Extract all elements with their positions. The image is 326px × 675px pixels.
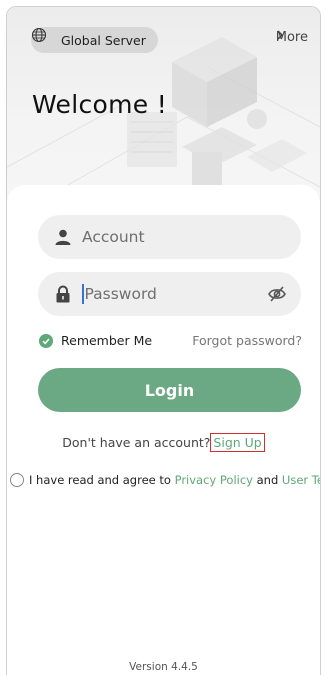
privacy-policy-link[interactable]: Privacy Policy bbox=[175, 473, 253, 487]
user-icon bbox=[54, 228, 72, 246]
agreement-prefix: I have read and agree to bbox=[29, 473, 171, 487]
login-button[interactable]: Login bbox=[38, 368, 301, 412]
check-icon[interactable] bbox=[39, 333, 53, 348]
user-terms-link[interactable]: User Terms bbox=[282, 473, 320, 487]
account-field[interactable] bbox=[38, 215, 301, 259]
forgot-password-link[interactable]: Forgot password? bbox=[192, 333, 302, 348]
hero-banner: Global Server More Welcome ! bbox=[7, 7, 320, 207]
signup-prompt: Don't have an account? bbox=[62, 435, 211, 450]
agreement-row: I have read and agree to Privacy Policy … bbox=[10, 473, 320, 487]
remember-me-toggle[interactable]: Remember Me bbox=[39, 333, 152, 348]
server-label: Global Server bbox=[61, 32, 146, 48]
password-field[interactable] bbox=[38, 272, 301, 316]
version-label: Version 4.4.5 bbox=[129, 661, 198, 673]
agreement-conjunction: and bbox=[256, 473, 279, 487]
eye-off-icon[interactable] bbox=[267, 285, 287, 303]
chevron-right-icon bbox=[277, 30, 283, 40]
more-button[interactable]: More bbox=[276, 30, 308, 45]
password-input[interactable] bbox=[84, 285, 255, 303]
welcome-title: Welcome ! bbox=[32, 90, 168, 119]
lock-icon bbox=[54, 285, 72, 303]
sign-up-link[interactable]: Sign Up bbox=[210, 433, 265, 452]
account-input[interactable] bbox=[82, 228, 252, 246]
globe-icon bbox=[31, 27, 55, 48]
server-selector-button[interactable]: Global Server bbox=[31, 27, 158, 53]
signup-row: Don't have an account? Sign Up bbox=[7, 433, 320, 452]
agreement-checkbox[interactable] bbox=[10, 473, 24, 487]
remember-label: Remember Me bbox=[61, 333, 153, 348]
text-caret bbox=[82, 284, 84, 304]
app-screen: Global Server More Welcome ! Account Rem… bbox=[6, 6, 321, 675]
